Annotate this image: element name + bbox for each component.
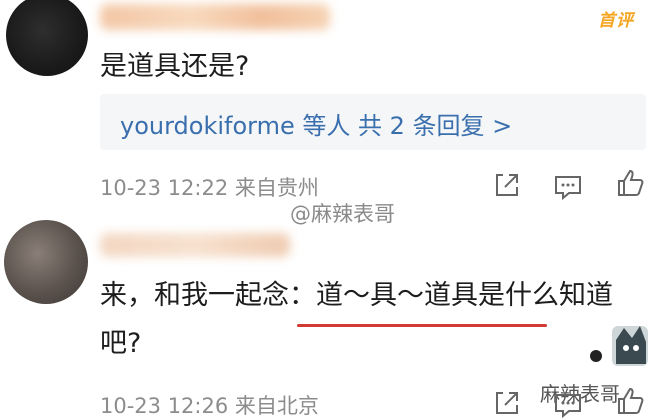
share-icon[interactable]: [491, 388, 521, 418]
comment-icon[interactable]: [553, 172, 583, 202]
first-comment-badge: 首评: [598, 11, 634, 31]
watermark: @麻辣表哥: [290, 202, 395, 226]
red-underline-annotation: [297, 324, 547, 327]
commenter-avatar[interactable]: [4, 220, 88, 304]
like-icon[interactable]: [615, 386, 645, 416]
comment-meta: 10-23 12:22 来自贵州: [100, 176, 319, 200]
comment-meta: 10-23 12:26 来自北京: [100, 394, 319, 418]
sticker-image: [612, 326, 648, 366]
moon-icon: [590, 350, 602, 362]
reply-summary-link[interactable]: yourdokiforme 等人 共 2 条回复 >: [120, 106, 512, 141]
comment-icon[interactable]: [553, 390, 583, 420]
commenter-name-blurred[interactable]: [100, 233, 290, 257]
comment-text: 是道具还是?: [100, 51, 250, 82]
commenter-name-blurred[interactable]: [100, 4, 330, 30]
like-icon[interactable]: [615, 168, 645, 198]
comment-text: 来，和我一起念：道～具～道具是什么知道吧?: [100, 280, 613, 359]
share-icon[interactable]: [491, 170, 521, 200]
commenter-avatar[interactable]: [6, 0, 88, 76]
